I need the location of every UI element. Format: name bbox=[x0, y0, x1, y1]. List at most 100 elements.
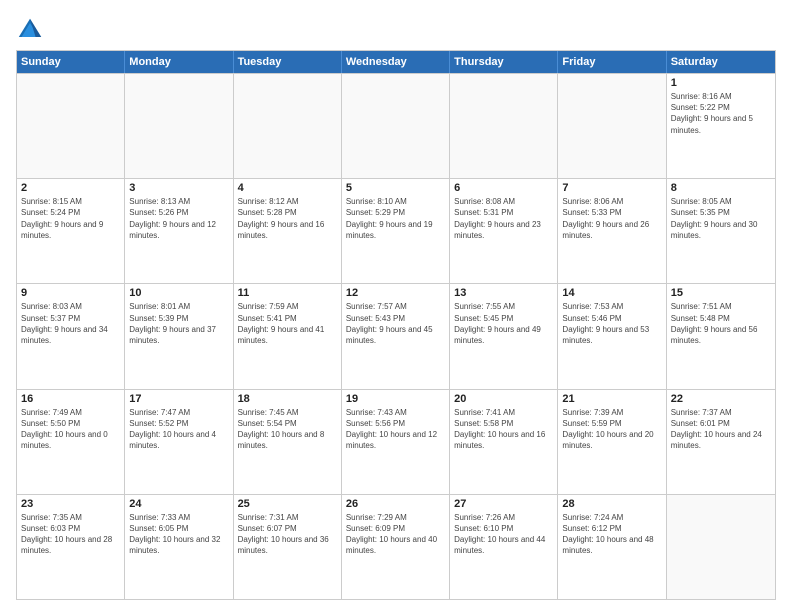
day-number: 27 bbox=[454, 498, 553, 510]
cal-cell-1-1: 3 Sunrise: 8:13 AM Sunset: 5:26 PM Daylig… bbox=[125, 179, 233, 283]
cal-cell-1-4: 6 Sunrise: 8:08 AM Sunset: 5:31 PM Daylig… bbox=[450, 179, 558, 283]
cal-cell-1-6: 8 Sunrise: 8:05 AM Sunset: 5:35 PM Daylig… bbox=[667, 179, 775, 283]
day-number: 4 bbox=[238, 182, 337, 194]
day-info: Sunrise: 7:29 AM Sunset: 6:09 PM Dayligh… bbox=[346, 512, 445, 557]
day-info: Sunrise: 7:39 AM Sunset: 5:59 PM Dayligh… bbox=[562, 407, 661, 452]
day-number: 18 bbox=[238, 393, 337, 405]
cal-cell-0-6: 1 Sunrise: 8:16 AM Sunset: 5:22 PM Daylig… bbox=[667, 74, 775, 178]
day-number: 22 bbox=[671, 393, 771, 405]
cal-cell-3-0: 16 Sunrise: 7:49 AM Sunset: 5:50 PM Dayli… bbox=[17, 390, 125, 494]
cal-cell-0-4 bbox=[450, 74, 558, 178]
calendar-row-4: 23 Sunrise: 7:35 AM Sunset: 6:03 PM Dayli… bbox=[17, 494, 775, 599]
day-number: 15 bbox=[671, 287, 771, 299]
day-number: 3 bbox=[129, 182, 228, 194]
cal-cell-4-3: 26 Sunrise: 7:29 AM Sunset: 6:09 PM Dayli… bbox=[342, 495, 450, 599]
cal-cell-0-5 bbox=[558, 74, 666, 178]
day-number: 8 bbox=[671, 182, 771, 194]
day-number: 28 bbox=[562, 498, 661, 510]
header bbox=[16, 12, 776, 44]
header-cell-monday: Monday bbox=[125, 51, 233, 73]
calendar-row-0: 1 Sunrise: 8:16 AM Sunset: 5:22 PM Daylig… bbox=[17, 73, 775, 178]
calendar-row-2: 9Sunrise: 8:03 AM Sunset: 5:37 PM Daylig… bbox=[17, 283, 775, 388]
day-number: 20 bbox=[454, 393, 553, 405]
cal-cell-0-2 bbox=[234, 74, 342, 178]
day-info: Sunrise: 7:55 AM Sunset: 5:45 PM Dayligh… bbox=[454, 301, 553, 346]
logo bbox=[16, 16, 46, 44]
header-cell-saturday: Saturday bbox=[667, 51, 775, 73]
cal-cell-2-0: 9Sunrise: 8:03 AM Sunset: 5:37 PM Daylig… bbox=[17, 284, 125, 388]
day-info: Sunrise: 7:49 AM Sunset: 5:50 PM Dayligh… bbox=[21, 407, 120, 452]
day-info: Sunrise: 7:43 AM Sunset: 5:56 PM Dayligh… bbox=[346, 407, 445, 452]
day-info: Sunrise: 7:45 AM Sunset: 5:54 PM Dayligh… bbox=[238, 407, 337, 452]
cal-cell-2-4: 13 Sunrise: 7:55 AM Sunset: 5:45 PM Dayli… bbox=[450, 284, 558, 388]
day-number: 10 bbox=[129, 287, 228, 299]
cal-cell-4-0: 23 Sunrise: 7:35 AM Sunset: 6:03 PM Dayli… bbox=[17, 495, 125, 599]
day-number: 12 bbox=[346, 287, 445, 299]
day-number: 26 bbox=[346, 498, 445, 510]
header-cell-thursday: Thursday bbox=[450, 51, 558, 73]
day-info: Sunrise: 7:53 AM Sunset: 5:46 PM Dayligh… bbox=[562, 301, 661, 346]
day-number: 11 bbox=[238, 287, 337, 299]
day-number: 5 bbox=[346, 182, 445, 194]
cal-cell-1-5: 7 Sunrise: 8:06 AM Sunset: 5:33 PM Daylig… bbox=[558, 179, 666, 283]
day-info: Sunrise: 8:06 AM Sunset: 5:33 PM Dayligh… bbox=[562, 196, 661, 241]
day-info: Sunrise: 7:31 AM Sunset: 6:07 PM Dayligh… bbox=[238, 512, 337, 557]
day-number: 16 bbox=[21, 393, 120, 405]
cal-cell-2-6: 15 Sunrise: 7:51 AM Sunset: 5:48 PM Dayli… bbox=[667, 284, 775, 388]
day-info: Sunrise: 7:33 AM Sunset: 6:05 PM Dayligh… bbox=[129, 512, 228, 557]
cal-cell-4-4: 27 Sunrise: 7:26 AM Sunset: 6:10 PM Dayli… bbox=[450, 495, 558, 599]
day-info: Sunrise: 8:08 AM Sunset: 5:31 PM Dayligh… bbox=[454, 196, 553, 241]
cal-cell-3-5: 21 Sunrise: 7:39 AM Sunset: 5:59 PM Dayli… bbox=[558, 390, 666, 494]
day-number: 2 bbox=[21, 182, 120, 194]
header-cell-friday: Friday bbox=[558, 51, 666, 73]
cal-cell-1-3: 5 Sunrise: 8:10 AM Sunset: 5:29 PM Daylig… bbox=[342, 179, 450, 283]
day-info: Sunrise: 7:57 AM Sunset: 5:43 PM Dayligh… bbox=[346, 301, 445, 346]
cal-cell-3-4: 20 Sunrise: 7:41 AM Sunset: 5:58 PM Dayli… bbox=[450, 390, 558, 494]
day-info: Sunrise: 8:13 AM Sunset: 5:26 PM Dayligh… bbox=[129, 196, 228, 241]
day-info: Sunrise: 7:59 AM Sunset: 5:41 PM Dayligh… bbox=[238, 301, 337, 346]
cal-cell-4-5: 28 Sunrise: 7:24 AM Sunset: 6:12 PM Dayli… bbox=[558, 495, 666, 599]
day-info: Sunrise: 7:26 AM Sunset: 6:10 PM Dayligh… bbox=[454, 512, 553, 557]
cal-cell-2-5: 14Sunrise: 7:53 AM Sunset: 5:46 PM Dayli… bbox=[558, 284, 666, 388]
cal-cell-3-2: 18 Sunrise: 7:45 AM Sunset: 5:54 PM Dayli… bbox=[234, 390, 342, 494]
cal-cell-1-0: 2 Sunrise: 8:15 AM Sunset: 5:24 PM Daylig… bbox=[17, 179, 125, 283]
day-number: 17 bbox=[129, 393, 228, 405]
cal-cell-2-1: 10Sunrise: 8:01 AM Sunset: 5:39 PM Dayli… bbox=[125, 284, 233, 388]
calendar: SundayMondayTuesdayWednesdayThursdayFrid… bbox=[16, 50, 776, 600]
cal-cell-1-2: 4 Sunrise: 8:12 AM Sunset: 5:28 PM Daylig… bbox=[234, 179, 342, 283]
day-number: 19 bbox=[346, 393, 445, 405]
header-cell-sunday: Sunday bbox=[17, 51, 125, 73]
cal-cell-3-1: 17 Sunrise: 7:47 AM Sunset: 5:52 PM Dayli… bbox=[125, 390, 233, 494]
day-info: Sunrise: 8:16 AM Sunset: 5:22 PM Dayligh… bbox=[671, 91, 771, 136]
cal-cell-0-0 bbox=[17, 74, 125, 178]
day-info: Sunrise: 8:15 AM Sunset: 5:24 PM Dayligh… bbox=[21, 196, 120, 241]
day-info: Sunrise: 8:10 AM Sunset: 5:29 PM Dayligh… bbox=[346, 196, 445, 241]
day-info: Sunrise: 7:47 AM Sunset: 5:52 PM Dayligh… bbox=[129, 407, 228, 452]
day-info: Sunrise: 7:37 AM Sunset: 6:01 PM Dayligh… bbox=[671, 407, 771, 452]
header-cell-tuesday: Tuesday bbox=[234, 51, 342, 73]
page: SundayMondayTuesdayWednesdayThursdayFrid… bbox=[0, 0, 792, 612]
day-number: 1 bbox=[671, 77, 771, 89]
day-info: Sunrise: 7:51 AM Sunset: 5:48 PM Dayligh… bbox=[671, 301, 771, 346]
cal-cell-3-6: 22 Sunrise: 7:37 AM Sunset: 6:01 PM Dayli… bbox=[667, 390, 775, 494]
cal-cell-4-6 bbox=[667, 495, 775, 599]
day-number: 21 bbox=[562, 393, 661, 405]
day-number: 13 bbox=[454, 287, 553, 299]
calendar-header-row: SundayMondayTuesdayWednesdayThursdayFrid… bbox=[17, 51, 775, 73]
day-number: 25 bbox=[238, 498, 337, 510]
day-info: Sunrise: 8:12 AM Sunset: 5:28 PM Dayligh… bbox=[238, 196, 337, 241]
day-info: Sunrise: 7:41 AM Sunset: 5:58 PM Dayligh… bbox=[454, 407, 553, 452]
cal-cell-0-3 bbox=[342, 74, 450, 178]
header-cell-wednesday: Wednesday bbox=[342, 51, 450, 73]
calendar-row-3: 16 Sunrise: 7:49 AM Sunset: 5:50 PM Dayli… bbox=[17, 389, 775, 494]
day-info: Sunrise: 7:35 AM Sunset: 6:03 PM Dayligh… bbox=[21, 512, 120, 557]
cal-cell-2-3: 12 Sunrise: 7:57 AM Sunset: 5:43 PM Dayli… bbox=[342, 284, 450, 388]
day-number: 7 bbox=[562, 182, 661, 194]
day-info: Sunrise: 7:24 AM Sunset: 6:12 PM Dayligh… bbox=[562, 512, 661, 557]
cal-cell-3-3: 19 Sunrise: 7:43 AM Sunset: 5:56 PM Dayli… bbox=[342, 390, 450, 494]
day-info: Sunrise: 8:05 AM Sunset: 5:35 PM Dayligh… bbox=[671, 196, 771, 241]
day-number: 6 bbox=[454, 182, 553, 194]
cal-cell-2-2: 11 Sunrise: 7:59 AM Sunset: 5:41 PM Dayli… bbox=[234, 284, 342, 388]
day-number: 23 bbox=[21, 498, 120, 510]
day-number: 24 bbox=[129, 498, 228, 510]
